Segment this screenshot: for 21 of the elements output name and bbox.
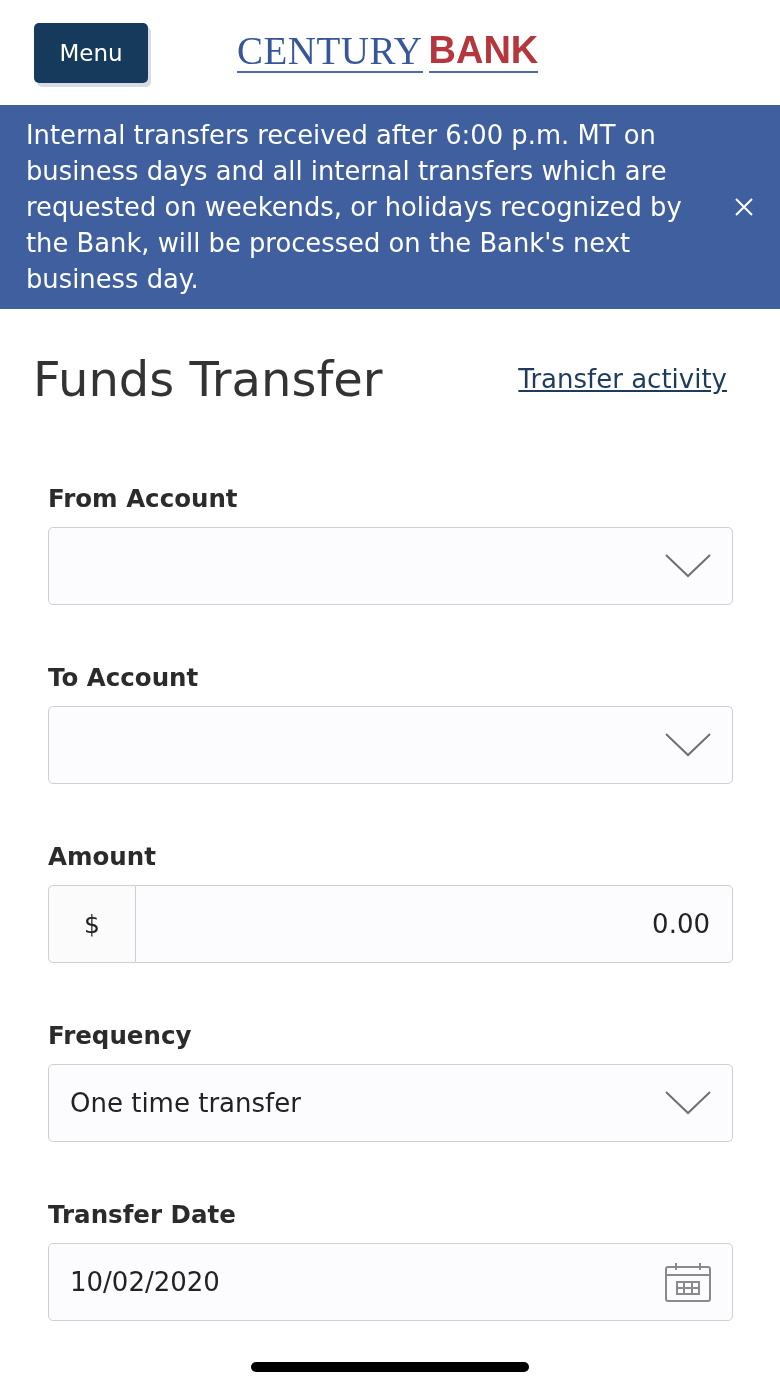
logo-wordmark: BANK (428, 30, 539, 73)
date-field[interactable]: 10/02/2020 (48, 1243, 733, 1321)
page-title: Funds Transfer (33, 351, 383, 407)
field-label: Frequency (48, 1021, 193, 1051)
select-field[interactable] (48, 706, 733, 784)
calendar-icon[interactable] (665, 1262, 711, 1302)
chevron-down-icon (665, 554, 711, 578)
field-label: To Account (48, 663, 200, 693)
field-label: Transfer Date (48, 1200, 237, 1230)
field-label: From Account (48, 484, 239, 514)
field-label: Amount (48, 842, 157, 872)
logo-wordmark: CENTURY (237, 30, 423, 73)
select-field[interactable]: One time transfer (48, 1064, 733, 1142)
chevron-down-icon (665, 1091, 711, 1115)
notice-text: Internal transfers received after 6:00 p.m. MT on business days and all internal transfers which are requested on weekends, or holidays recognized by the Bank, will be processed on the Bank's next business day. (26, 119, 683, 296)
chevron-down-icon (665, 733, 711, 757)
currency-prefix: $ (48, 885, 136, 963)
transfer-activity-link[interactable]: Transfer activity (518, 364, 727, 394)
close-icon[interactable] (735, 198, 753, 216)
select-field[interactable] (48, 527, 733, 605)
amount-input[interactable]: 0.00 (136, 885, 733, 963)
